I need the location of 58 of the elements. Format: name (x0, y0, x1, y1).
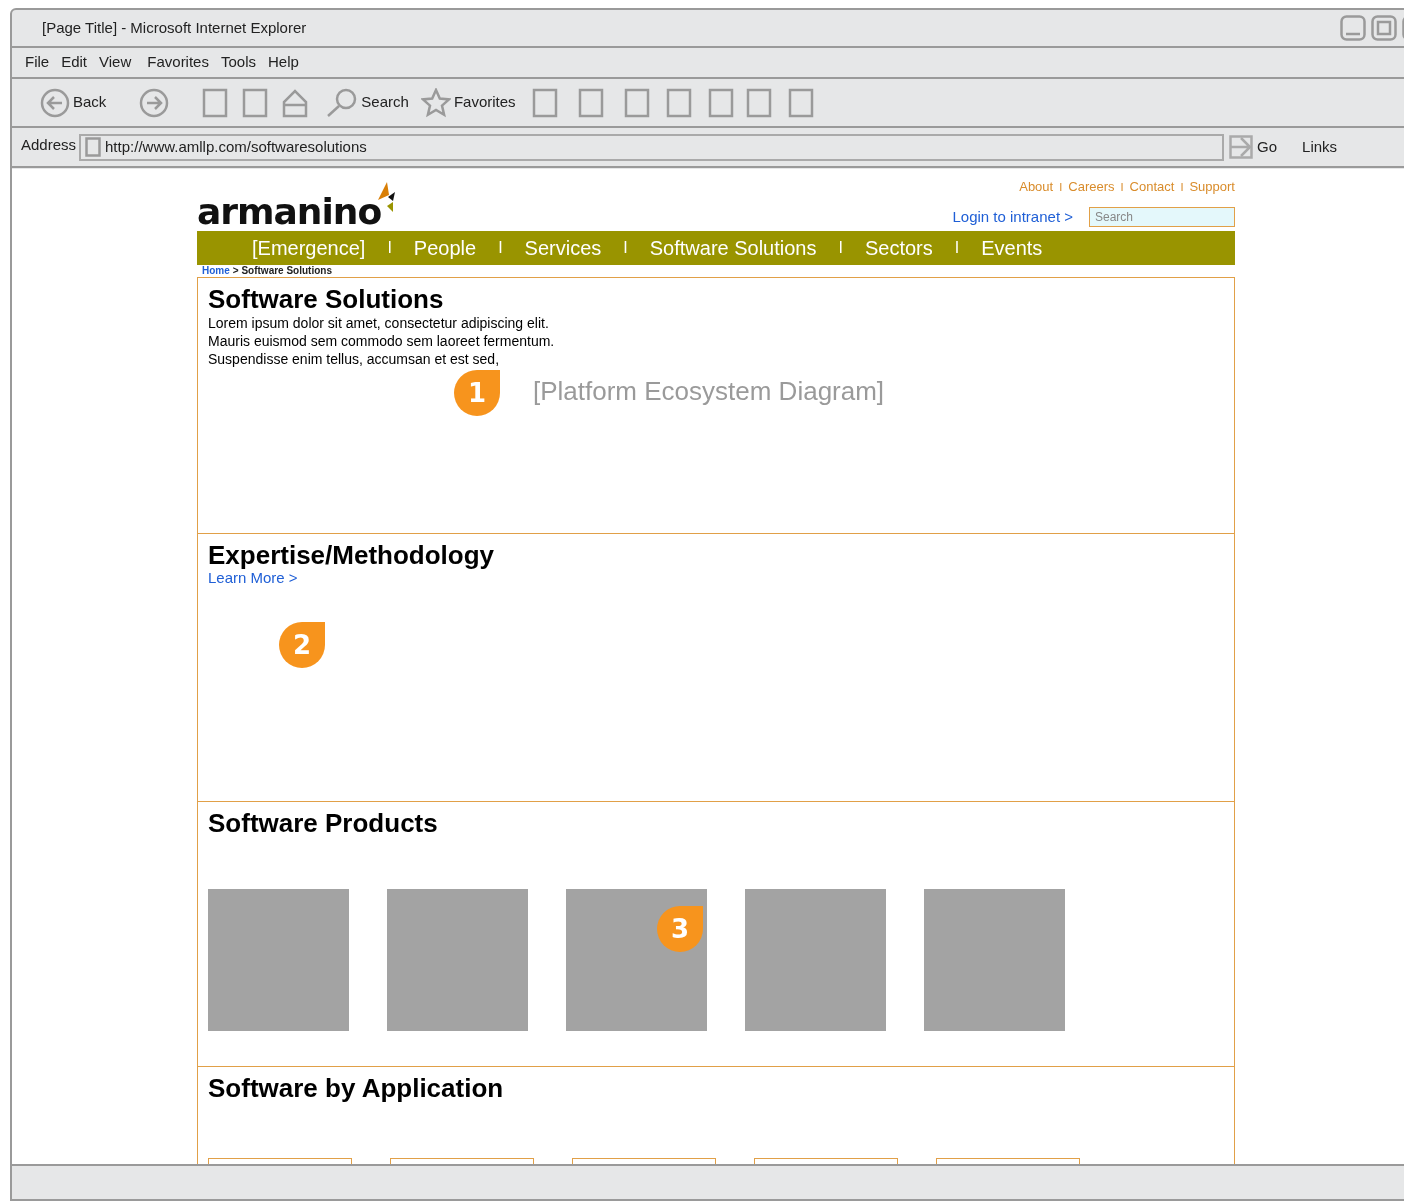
menu-item[interactable]: Edit (61, 51, 88, 74)
address-field[interactable]: http://www.amllp.com/softwaresolutions (79, 133, 1225, 161)
page-icon (85, 137, 102, 157)
square-icon[interactable] (623, 87, 650, 118)
menu-item[interactable]: Favorites (147, 51, 209, 74)
breadcrumb-home-link[interactable]: Home (202, 266, 230, 276)
annotation-marker: 1 (454, 370, 500, 416)
toolbar-label[interactable]: Favorites (453, 91, 516, 114)
nav-link[interactable]: People (413, 233, 477, 263)
go-arrow-icon[interactable] (1229, 135, 1254, 159)
go-button[interactable]: Go (1257, 135, 1278, 159)
section-heading: Software Solutions (208, 284, 445, 314)
square-icon[interactable] (787, 87, 814, 118)
minimize-icon[interactable] (1340, 15, 1366, 41)
menu-item[interactable]: Help (268, 51, 299, 74)
address-label: Address (21, 134, 77, 155)
square-icon[interactable] (665, 87, 692, 118)
nav-link[interactable]: Services (524, 233, 602, 263)
menu-item[interactable]: View (99, 51, 132, 74)
square-icon[interactable] (707, 87, 734, 118)
link-separator: I (1059, 179, 1063, 195)
menu-item[interactable]: Tools (220, 51, 256, 74)
search-field[interactable]: Search (1089, 206, 1235, 227)
learn-more-link[interactable]: Learn More > (208, 570, 298, 586)
links-label[interactable]: Links (1302, 135, 1338, 159)
nav-separator: I (387, 238, 392, 258)
link-separator: I (1180, 179, 1184, 195)
toolbar-label[interactable]: Search (361, 91, 409, 114)
intro-paragraph: Lorem ipsum dolor sit amet, consectetur adipiscing elit. Mauris euismod sem commodo sem laoreet fermentum. Suspendisse enim tellus, accumsan et est sed, (208, 314, 556, 368)
breadcrumb-current: > Software Solutions (232, 266, 332, 276)
toolbar-label[interactable]: Back (73, 91, 107, 114)
section-heading: Software by Application (208, 1073, 505, 1103)
nav-link[interactable]: Events (981, 233, 1043, 263)
annotation-marker: 2 (279, 622, 325, 668)
nav-link[interactable]: [Emergence] (252, 233, 366, 263)
house-icon[interactable] (282, 87, 309, 118)
logo: armanino (197, 194, 382, 230)
square-icon[interactable] (531, 87, 558, 118)
menu-item[interactable]: File (25, 51, 50, 74)
section-heading: Software Products (208, 808, 439, 838)
nav-separator: I (623, 238, 628, 258)
link-separator: I (1120, 179, 1124, 195)
maximize-icon[interactable] (1371, 15, 1397, 41)
nav-link[interactable]: Software Solutions (649, 233, 817, 263)
window-title: [Page Title] - Microsoft Internet Explorer (42, 17, 307, 38)
nav-separator: I (838, 238, 843, 258)
square-icon[interactable] (745, 87, 772, 118)
diagram-caption: [Platform Ecosystem Diagram] (533, 376, 885, 406)
square-icon[interactable] (577, 87, 604, 118)
section-heading: Expertise/Methodology (208, 540, 496, 570)
nav-separator: I (498, 238, 503, 258)
login-link[interactable]: Login to intranet > (952, 205, 1073, 228)
square-icon[interactable] (202, 87, 229, 118)
square-icon[interactable] (242, 87, 269, 118)
star-icon[interactable] (420, 87, 451, 118)
nav-link[interactable]: Sectors (864, 233, 933, 263)
nav-separator: I (954, 238, 960, 258)
search-icon[interactable] (326, 87, 359, 118)
